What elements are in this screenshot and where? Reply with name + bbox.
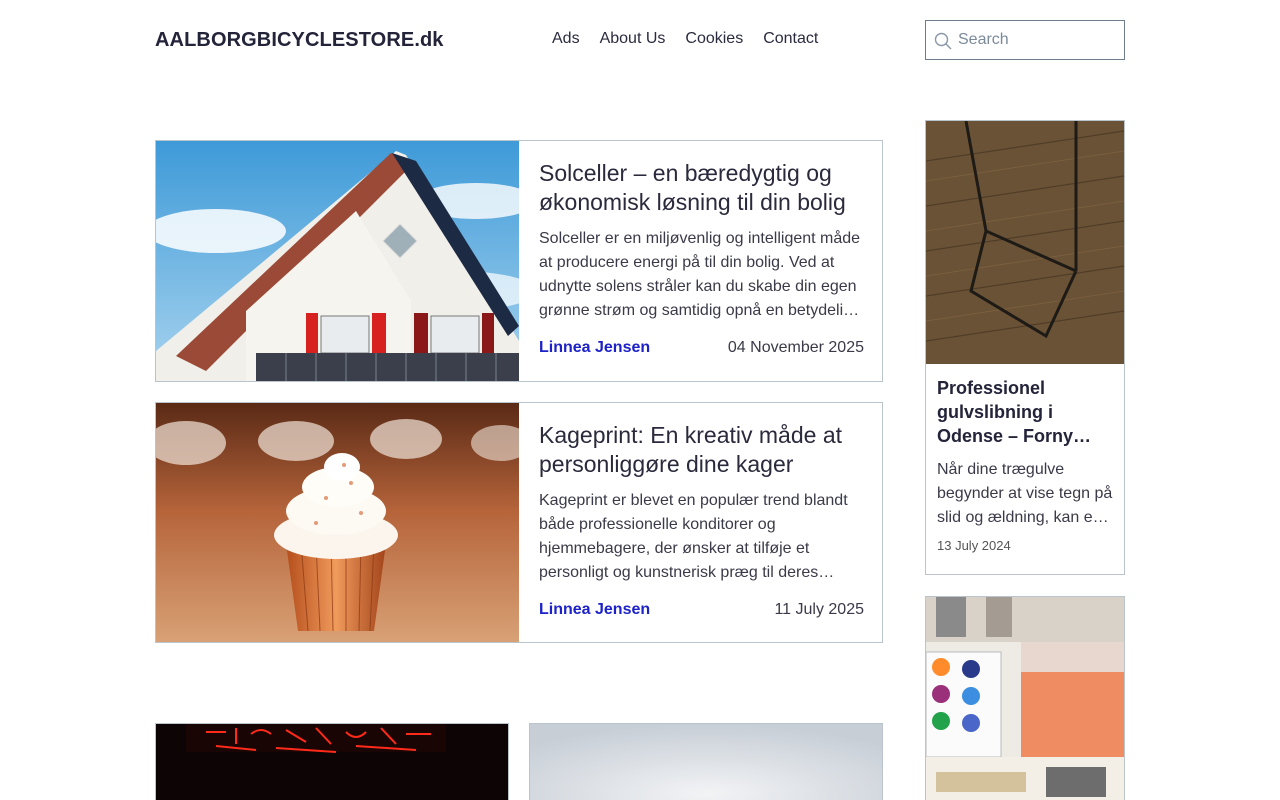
article-card[interactable]: Kageprint: En kreativ måde at personligg… xyxy=(155,402,883,643)
article-excerpt: Kageprint er blevet en populær trend bla… xyxy=(539,492,848,581)
article-image[interactable] xyxy=(156,403,519,642)
article-date: 04 November 2025 xyxy=(727,339,864,356)
article-card[interactable]: Solceller – en bæredygtig og økonomisk l… xyxy=(155,140,883,382)
sidebar-date: 13 July 2024 xyxy=(937,538,1011,553)
bottom-article-image[interactable] xyxy=(156,724,509,800)
nav-ads[interactable]: Ads xyxy=(552,30,580,48)
article-author-link[interactable]: Linnea Jensen xyxy=(539,339,650,357)
nav-cookies[interactable]: Cookies xyxy=(685,30,743,48)
article-author-link[interactable]: Linnea Jensen xyxy=(539,601,650,619)
nav-contact[interactable]: Contact xyxy=(763,30,818,48)
article-date: 11 July 2025 xyxy=(774,601,864,618)
sidebar-body: Professionel gulvslibning i Odense – For… xyxy=(926,364,1124,565)
search-icon xyxy=(934,32,952,50)
sidebar-card[interactable] xyxy=(925,596,1125,800)
site-title[interactable]: AALBORGBICYCLESTORE.dk xyxy=(155,29,444,52)
sidebar-image[interactable] xyxy=(926,597,1124,800)
search-box[interactable] xyxy=(925,20,1125,60)
sidebar-excerpt: Når dine trægulve begynder at vise tegn … xyxy=(937,461,1113,526)
search-input[interactable] xyxy=(958,21,1118,59)
sidebar-image[interactable] xyxy=(926,121,1124,364)
site-header: AALBORGBICYCLESTORE.dk Ads About Us Cook… xyxy=(155,20,1125,60)
article-meta: Linnea Jensen 04 November 2025 xyxy=(539,339,864,357)
article-excerpt: Solceller er en miljøvenlig og intellige… xyxy=(539,230,861,319)
bottom-article-image[interactable] xyxy=(530,724,883,800)
nav-about-us[interactable]: About Us xyxy=(600,30,666,48)
article-title[interactable]: Solceller – en bæredygtig og økonomisk l… xyxy=(539,159,864,217)
article-image[interactable] xyxy=(156,141,519,381)
article-body: Kageprint: En kreativ måde at personligg… xyxy=(539,403,864,619)
sidebar-title[interactable]: Professionel gulvslibning i Odense – For… xyxy=(937,376,1113,448)
bottom-article-card[interactable] xyxy=(529,723,883,800)
article-title[interactable]: Kageprint: En kreativ måde at personligg… xyxy=(539,421,864,479)
article-meta: Linnea Jensen 11 July 2025 xyxy=(539,601,864,619)
article-body: Solceller – en bæredygtig og økonomisk l… xyxy=(539,141,864,357)
main-nav: Ads About Us Cookies Contact xyxy=(552,30,818,48)
bottom-article-card[interactable] xyxy=(155,723,509,800)
sidebar-card[interactable]: Professionel gulvslibning i Odense – For… xyxy=(925,120,1125,575)
